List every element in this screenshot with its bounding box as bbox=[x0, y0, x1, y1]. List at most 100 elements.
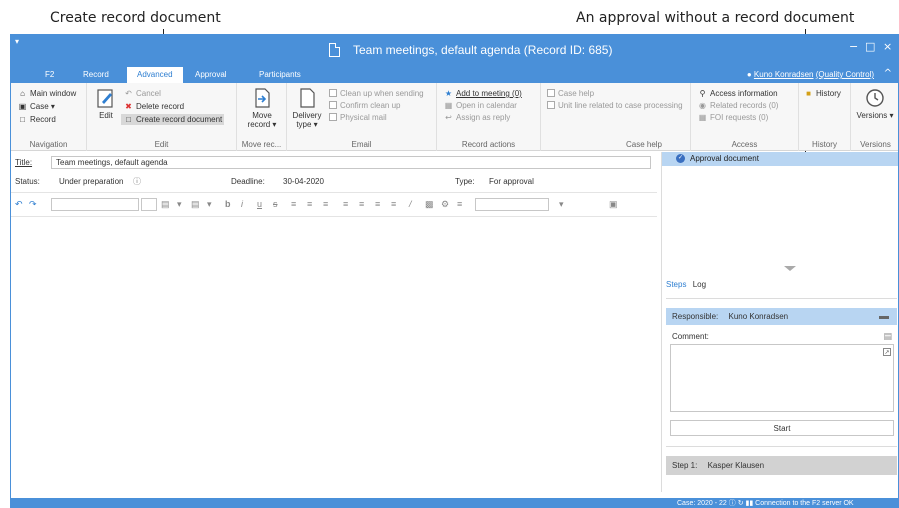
related-records-button[interactable]: ◉ Related records (0) bbox=[697, 101, 778, 110]
close-button[interactable]: × bbox=[883, 40, 892, 53]
current-user[interactable]: ● Kuno Konradsen (Quality Control) bbox=[747, 70, 874, 79]
strikethrough-icon[interactable]: s bbox=[273, 199, 278, 209]
divider bbox=[666, 446, 897, 447]
add-to-meeting-button[interactable]: ★ Add to meeting (0) bbox=[443, 89, 522, 98]
underline-icon[interactable]: u bbox=[257, 199, 262, 209]
font-family-select[interactable] bbox=[51, 198, 139, 211]
splitter-arrow-icon[interactable] bbox=[784, 266, 796, 271]
versions-button[interactable]: Versions ▾ bbox=[853, 87, 897, 120]
comment-field[interactable]: ↗ bbox=[670, 344, 894, 412]
numbered-list-icon[interactable]: ≡ bbox=[343, 199, 348, 209]
case-button[interactable]: ▣ Case ▾ bbox=[17, 102, 55, 111]
save-icon[interactable]: ▤ bbox=[883, 332, 892, 342]
main-window-button[interactable]: ⌂ Main window bbox=[17, 89, 76, 98]
divider bbox=[666, 298, 897, 299]
type-value[interactable]: For approval bbox=[489, 177, 534, 186]
status-row: Status: Under preparation ⓘ Deadline: 30… bbox=[11, 175, 657, 189]
confirm-clean-up-checkbox[interactable]: Confirm clean up bbox=[329, 101, 400, 110]
tab-f2[interactable]: F2 bbox=[45, 70, 54, 79]
collapse-ribbon-icon[interactable]: ^ bbox=[884, 68, 892, 79]
approval-document-item[interactable]: ✓ Approval document bbox=[662, 152, 898, 166]
bold-icon[interactable]: b bbox=[225, 199, 231, 209]
tab-advanced[interactable]: Advanced bbox=[127, 67, 183, 83]
title-field[interactable]: Team meetings, default agenda bbox=[51, 156, 651, 169]
status-bar: Case: 2020 - 22 ⓘ ↻ ▮▮ Connection to the… bbox=[11, 498, 898, 507]
maximize-button[interactable]: □ bbox=[865, 40, 875, 53]
cancel-button[interactable]: ↶ Cancel bbox=[123, 89, 161, 98]
outdent-icon[interactable]: ≡ bbox=[375, 199, 380, 209]
insert-image-icon[interactable]: ▩ bbox=[425, 199, 434, 210]
divider bbox=[11, 192, 657, 193]
edit-button[interactable]: Edit bbox=[93, 87, 119, 120]
step-1-label: Step 1: bbox=[672, 461, 698, 470]
expand-icon[interactable]: ↗ bbox=[883, 348, 891, 356]
tab-steps[interactable]: Steps bbox=[666, 280, 686, 289]
user-unit: (Quality Control) bbox=[815, 70, 874, 79]
font-color-icon[interactable]: ▤ bbox=[191, 199, 200, 210]
ribbon-group-email: Delivery type ▾ Clean up when sending Co… bbox=[287, 83, 437, 151]
approval-pane: ✓ Approval document Steps Log Responsibl… bbox=[661, 152, 898, 492]
delete-record-button[interactable]: ✖ Delete record bbox=[123, 102, 184, 111]
user-icon: ● bbox=[746, 70, 752, 79]
tab-record[interactable]: Record bbox=[83, 70, 109, 79]
align-left-icon[interactable]: ≡ bbox=[291, 199, 296, 209]
unit-line-checkbox[interactable]: Unit line related to case processing bbox=[547, 101, 683, 110]
paragraph-style-select[interactable] bbox=[475, 198, 549, 211]
status-value[interactable]: Under preparation bbox=[59, 177, 123, 186]
font-color-dropdown-icon[interactable]: ▾ bbox=[207, 199, 212, 210]
insert-link-icon[interactable]: ⚙ bbox=[441, 199, 449, 210]
create-record-document-button[interactable]: □ Create record document bbox=[121, 114, 225, 125]
highlight-color-icon[interactable]: ▤ bbox=[161, 199, 170, 210]
record-icon: □ bbox=[20, 115, 25, 124]
group-label-record-actions: Record actions bbox=[461, 140, 516, 149]
clear-format-icon[interactable]: / bbox=[409, 199, 412, 209]
foi-requests-button[interactable]: ▦ FOI requests (0) bbox=[697, 113, 769, 122]
new-document-icon: □ bbox=[126, 115, 131, 124]
undo-icon[interactable]: ↶ bbox=[15, 199, 23, 210]
assign-as-reply-button[interactable]: ↩ Assign as reply bbox=[443, 113, 510, 122]
start-button[interactable]: Start bbox=[670, 420, 894, 436]
collapse-icon[interactable]: ▬ bbox=[879, 311, 889, 322]
bullet-list-icon[interactable]: ≡ bbox=[359, 199, 364, 209]
access-information-button[interactable]: ⚲ Access information bbox=[697, 89, 778, 98]
undo-icon: ↶ bbox=[125, 89, 132, 98]
open-in-calendar-button[interactable]: ▦ Open in calendar bbox=[443, 101, 517, 110]
expand-editor-icon[interactable]: ▣ bbox=[609, 199, 618, 210]
responsible-row[interactable]: Responsible: Kuno Konradsen ▬ bbox=[666, 308, 897, 325]
document-body[interactable] bbox=[11, 218, 657, 488]
status-info-icon[interactable]: ⓘ bbox=[133, 176, 141, 187]
quick-access-menu-icon[interactable]: ▾ bbox=[15, 37, 19, 46]
title-bar: ▾ Team meetings, default agenda (Record … bbox=[11, 35, 898, 65]
font-size-select[interactable] bbox=[141, 198, 157, 211]
delivery-type-button[interactable]: Delivery type ▾ bbox=[289, 87, 325, 129]
record-button[interactable]: □ Record bbox=[17, 115, 56, 124]
tab-log[interactable]: Log bbox=[693, 280, 706, 289]
history-button[interactable]: ■ History bbox=[803, 89, 841, 98]
group-label-case-help: Case help bbox=[625, 140, 662, 149]
ribbon-group-record-actions: ★ Add to meeting (0) ▦ Open in calendar ↩ A… bbox=[437, 83, 541, 151]
delete-icon: ✖ bbox=[125, 102, 132, 111]
home-icon: ⌂ bbox=[20, 89, 25, 98]
spellcheck-icon[interactable]: ≡ bbox=[457, 199, 462, 209]
physical-mail-checkbox[interactable]: Physical mail bbox=[329, 113, 387, 122]
document-icon bbox=[329, 43, 340, 57]
redo-icon[interactable]: ↷ bbox=[29, 199, 37, 210]
case-help-checkbox[interactable]: Case help bbox=[547, 89, 594, 98]
clean-up-when-sending-checkbox[interactable]: Clean up when sending bbox=[329, 89, 424, 98]
approval-tabs: Steps Log bbox=[666, 280, 706, 289]
tab-approval[interactable]: Approval bbox=[195, 70, 227, 79]
move-record-button[interactable]: Move record ▾ bbox=[241, 87, 283, 129]
align-center-icon[interactable]: ≡ bbox=[307, 199, 312, 209]
group-label-navigation: Navigation bbox=[29, 140, 68, 149]
minimize-button[interactable]: − bbox=[849, 40, 858, 53]
highlight-dropdown-icon[interactable]: ▾ bbox=[177, 199, 182, 210]
tab-participants[interactable]: Participants bbox=[259, 70, 301, 79]
step-1-row[interactable]: Step 1: Kasper Klausen bbox=[666, 456, 897, 475]
italic-icon[interactable]: i bbox=[241, 199, 243, 209]
align-right-icon[interactable]: ≡ bbox=[323, 199, 328, 209]
title-label: Title: bbox=[15, 158, 33, 167]
style-dropdown-icon[interactable]: ▾ bbox=[559, 199, 564, 210]
indent-icon[interactable]: ≡ bbox=[391, 199, 396, 209]
deadline-value[interactable]: 30-04-2020 bbox=[283, 177, 324, 186]
edit-icon bbox=[97, 89, 113, 108]
